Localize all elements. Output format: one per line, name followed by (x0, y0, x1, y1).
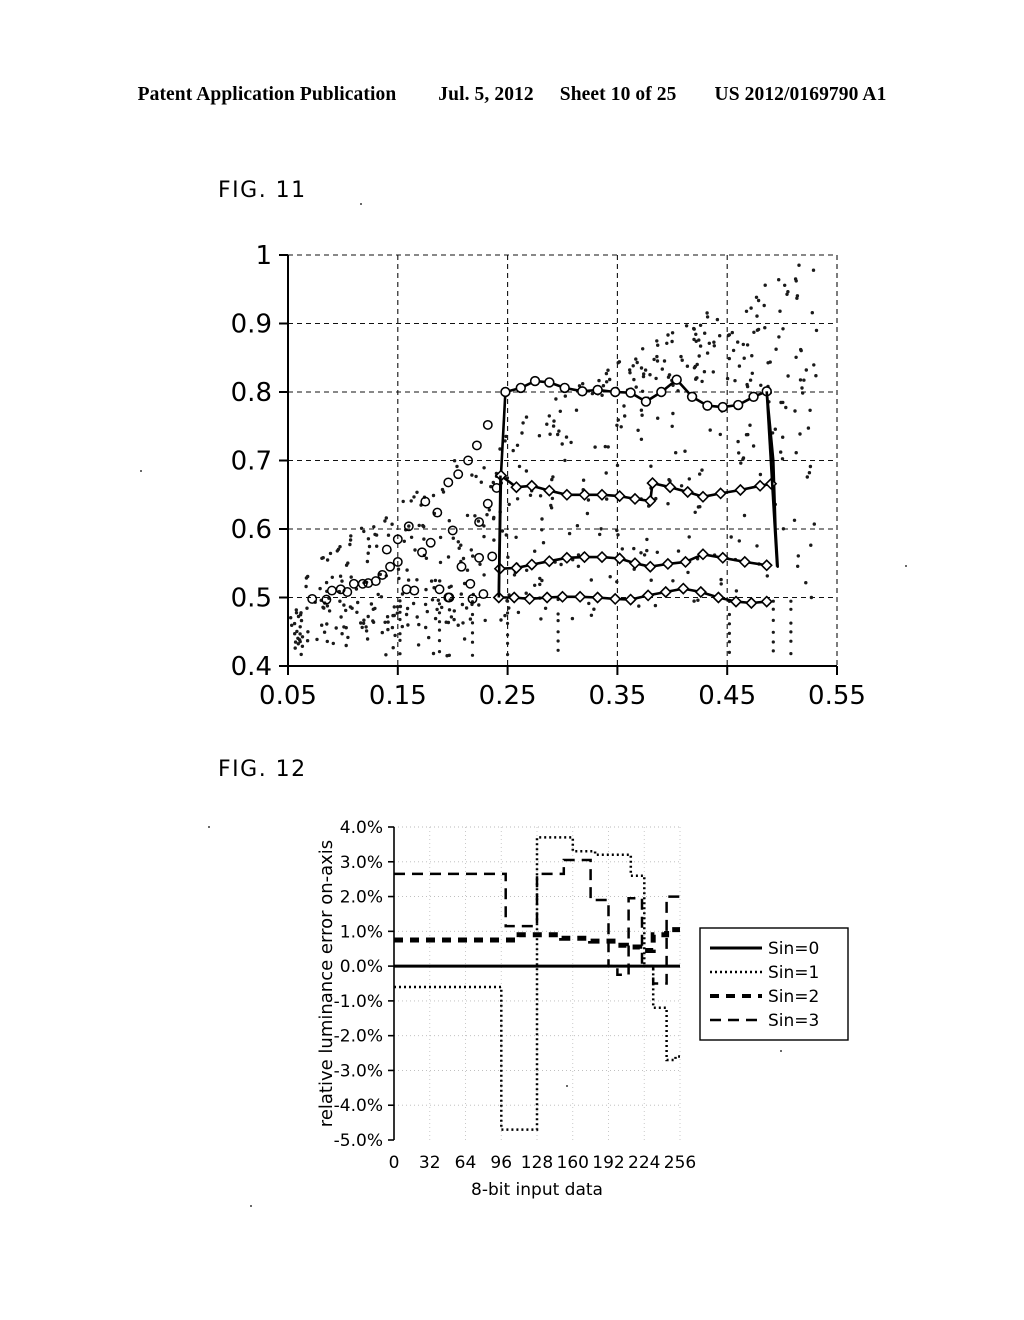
svg-text:-1.0%: -1.0% (334, 992, 383, 1012)
scan-speck (905, 565, 907, 567)
legend-label-Sin-0: Sin=0 (768, 939, 819, 959)
svg-text:0.05: 0.05 (259, 681, 317, 711)
svg-text:-5.0%: -5.0% (334, 1131, 383, 1151)
svg-text:0.45: 0.45 (698, 681, 756, 711)
svg-text:0.8: 0.8 (231, 378, 272, 408)
svg-text:1.0%: 1.0% (340, 922, 383, 942)
svg-text:0.15: 0.15 (369, 681, 427, 711)
svg-text:256: 256 (664, 1153, 696, 1173)
figure-11-plot: 0.4 0.5 0.6 0.7 0.8 0.9 1 0.05 0.15 0.25 0.35 0.45 0… (231, 241, 866, 711)
svg-text:0.0%: 0.0% (340, 957, 383, 977)
svg-text:192: 192 (592, 1153, 624, 1173)
scan-speck (780, 1050, 782, 1052)
svg-text:32: 32 (419, 1153, 441, 1173)
svg-text:64: 64 (455, 1153, 477, 1173)
svg-text:4.0%: 4.0% (340, 818, 383, 838)
svg-text:96: 96 (490, 1153, 512, 1173)
legend-label-Sin-3: Sin=3 (768, 1011, 819, 1031)
figure-11-chart: 0.4 0.5 0.6 0.7 0.8 0.9 1 0.05 0.15 0.25 0.35 0.45 0… (0, 0, 1024, 720)
fig11-axes (279, 254, 838, 675)
svg-text:2.0%: 2.0% (340, 888, 383, 908)
svg-text:-4.0%: -4.0% (334, 1096, 383, 1116)
svg-text:1: 1 (255, 241, 272, 271)
scan-speck (250, 1205, 252, 1207)
fig11-series-lower-boundary-curve (492, 582, 773, 610)
scan-speck (566, 1085, 568, 1087)
svg-text:128: 128 (521, 1153, 553, 1173)
svg-text:-3.0%: -3.0% (334, 1061, 383, 1081)
svg-text:160: 160 (557, 1153, 589, 1173)
svg-text:0.35: 0.35 (588, 681, 646, 711)
fig12-legend: Sin=0 Sin=1 Sin=2 Sin=3 (699, 927, 849, 1041)
svg-text:0.7: 0.7 (231, 447, 272, 477)
fig11-series-second-curve (494, 469, 778, 508)
scan-speck (208, 826, 210, 828)
figure-12-plot: -5.0% -4.0% -3.0% -2.0% -1.0% 0.0% 1.0% 2.0% 3.0… (316, 818, 849, 1200)
figure-12-chart: -5.0% -4.0% -3.0% -2.0% -1.0% 0.0% 1.0% 2.0% 3.0… (0, 760, 1024, 1230)
fig12-axes (388, 826, 395, 1141)
legend-label-Sin-2: Sin=2 (768, 987, 819, 1007)
svg-text:224: 224 (628, 1153, 660, 1173)
svg-text:0.6: 0.6 (231, 515, 272, 545)
svg-text:0.9: 0.9 (231, 310, 272, 340)
fig12-ylabel: relative luminance error on-axis (316, 840, 337, 1127)
svg-text:0.25: 0.25 (479, 681, 537, 711)
legend-label-Sin-1: Sin=1 (768, 963, 819, 983)
svg-text:0.5: 0.5 (231, 584, 272, 614)
scan-speck (360, 203, 362, 205)
scan-speck (140, 470, 142, 472)
fig11-open-markers (307, 419, 502, 605)
svg-text:0.4: 0.4 (231, 652, 272, 682)
svg-text:0: 0 (389, 1153, 400, 1173)
svg-text:3.0%: 3.0% (340, 853, 383, 873)
svg-text:-2.0%: -2.0% (334, 1027, 383, 1047)
fig12-xlabel: 8-bit input data (471, 1180, 603, 1200)
svg-text:0.55: 0.55 (808, 681, 866, 711)
